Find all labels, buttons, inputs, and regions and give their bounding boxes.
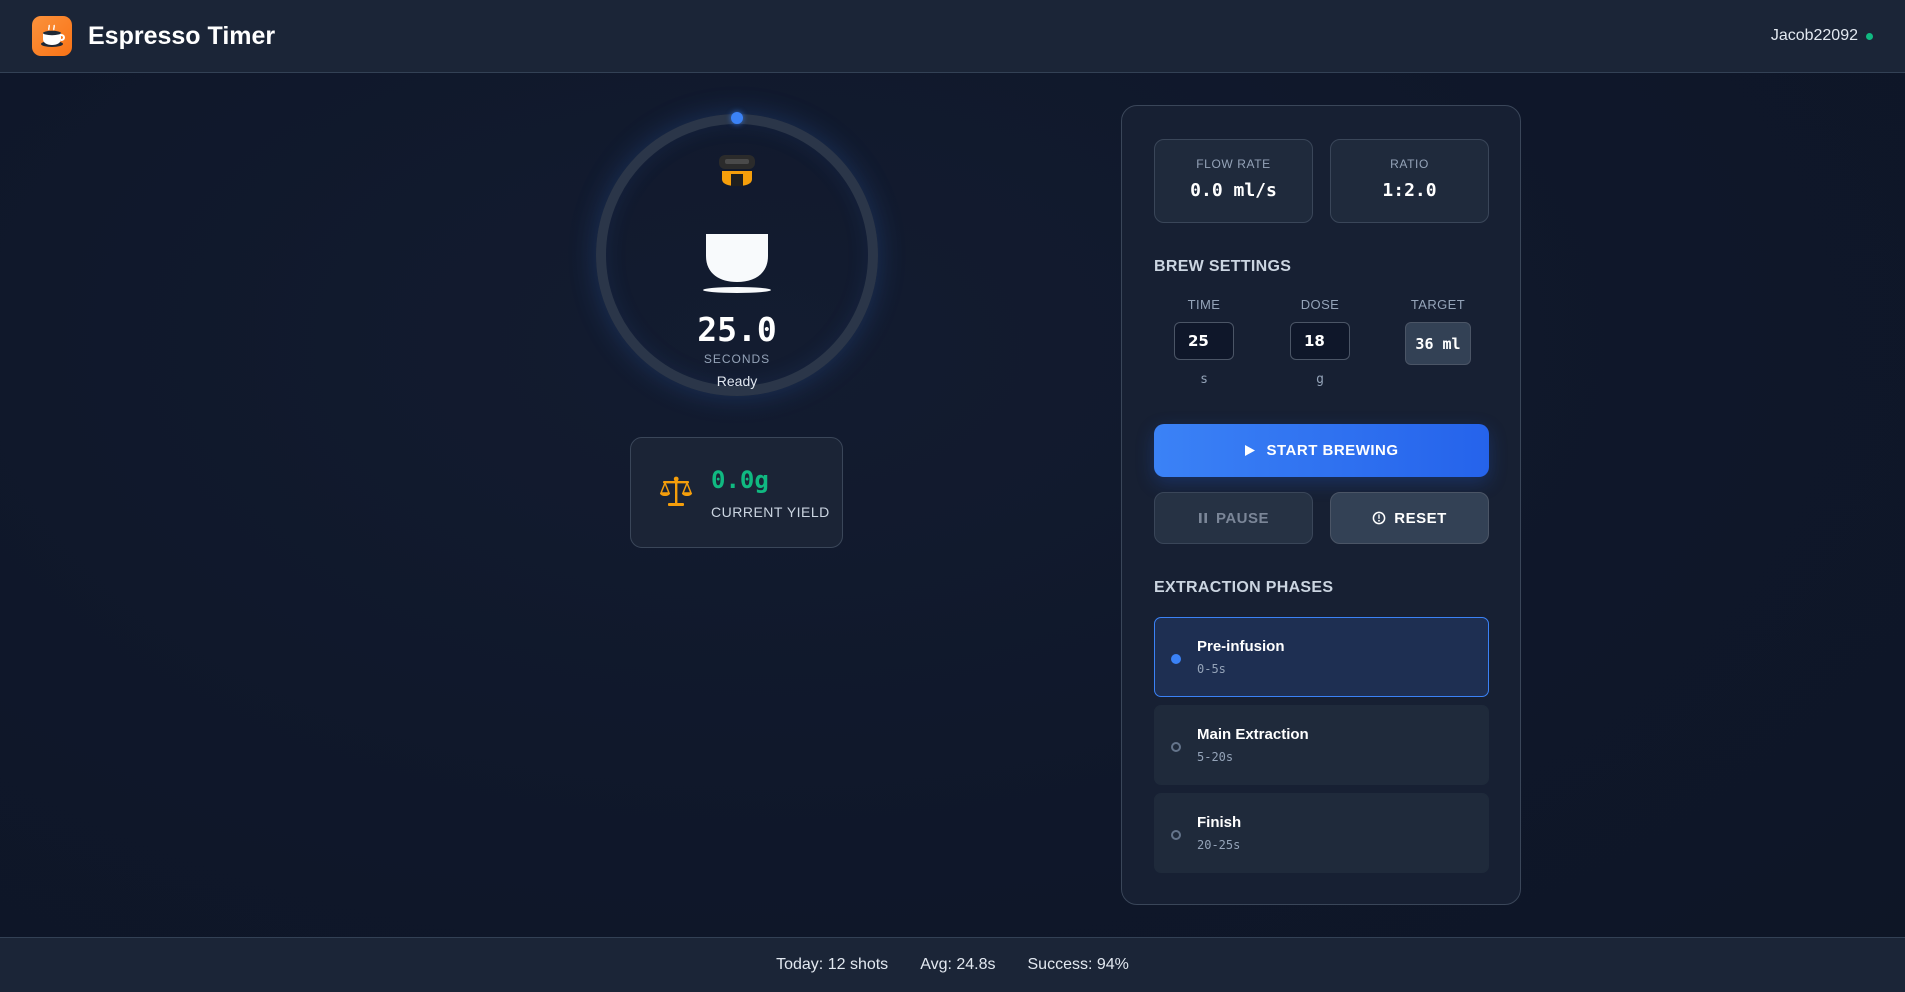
time-label: TIME — [1187, 297, 1221, 312]
average-time: Avg: 24.8s — [920, 956, 996, 973]
phase-range: 20-25s — [1197, 838, 1241, 852]
start-brewing-button[interactable]: START BREWING — [1154, 424, 1489, 477]
play-icon — [1245, 445, 1256, 456]
timer-dial: 25.0 SECONDS Ready — [596, 112, 878, 396]
target-setting: TARGET 36 ml — [1405, 297, 1471, 365]
timer-unit-label: SECONDS — [703, 352, 771, 366]
pause-label: PAUSE — [1215, 509, 1270, 527]
dose-input[interactable] — [1290, 322, 1350, 360]
flow-rate-value: 0.0 ml/s — [1190, 180, 1277, 201]
pause-icon — [1198, 513, 1207, 523]
phase-range: 5-20s — [1197, 750, 1234, 764]
phase-name: Pre-infusion — [1197, 638, 1285, 655]
timer-status: Ready — [716, 373, 758, 389]
user-menu[interactable]: Jacob22092 — [1771, 27, 1873, 45]
target-value: 36 ml — [1405, 322, 1471, 365]
online-status-dot — [1866, 32, 1873, 40]
time-input[interactable] — [1174, 322, 1234, 360]
time-unit: s — [1200, 372, 1208, 387]
username: Jacob22092 — [1770, 27, 1858, 44]
phase-active-indicator — [1171, 654, 1181, 664]
flow-rate-label: FLOW RATE — [1196, 157, 1271, 171]
phase-name: Finish — [1197, 814, 1242, 831]
time-setting: TIME s — [1174, 297, 1234, 387]
portafilter-icon — [719, 155, 755, 186]
ratio-label: RATIO — [1390, 157, 1429, 171]
pause-button[interactable]: PAUSE — [1154, 492, 1313, 544]
start-brewing-label: START BREWING — [1266, 442, 1399, 459]
app-header: Espresso Timer Jacob22092 — [0, 0, 1905, 73]
scale-icon — [659, 476, 693, 506]
phase-indicator — [1171, 742, 1181, 752]
brand: Espresso Timer — [32, 16, 275, 56]
timer-value: 25.0 — [697, 310, 777, 349]
dose-unit: g — [1316, 372, 1324, 387]
flow-rate-stat: FLOW RATE 0.0 ml/s — [1154, 139, 1313, 223]
target-label: TARGET — [1410, 297, 1466, 312]
dose-label: DOSE — [1300, 297, 1340, 312]
yield-value: 0.0g — [711, 466, 769, 494]
phase-pre-infusion[interactable]: Pre-infusion 0-5s — [1154, 617, 1489, 697]
extraction-phases-title: EXTRACTION PHASES — [1154, 579, 1334, 596]
phase-finish[interactable]: Finish 20-25s — [1154, 793, 1489, 873]
yield-label: CURRENT YIELD — [711, 504, 830, 520]
dose-setting: DOSE g — [1290, 297, 1350, 387]
reset-icon — [1372, 511, 1386, 525]
app-title: Espresso Timer — [88, 21, 276, 50]
phase-main-extraction[interactable]: Main Extraction 5-20s — [1154, 705, 1489, 785]
success-rate: Success: 94% — [1027, 956, 1129, 973]
timer-progress-knob — [731, 112, 743, 124]
coffee-cup-icon — [32, 16, 72, 56]
phase-indicator — [1171, 830, 1181, 840]
phase-range: 0-5s — [1197, 662, 1226, 676]
reset-label: RESET — [1394, 509, 1447, 527]
brew-settings-title: BREW SETTINGS — [1154, 258, 1292, 275]
espresso-cup-icon — [703, 234, 771, 293]
current-yield-card: 0.0g CURRENT YIELD — [630, 437, 843, 548]
phase-name: Main Extraction — [1197, 726, 1309, 743]
stats-footer: Today: 12 shots Avg: 24.8s Success: 94% — [0, 937, 1905, 992]
app-root: Espresso Timer Jacob22092 25.0 SECONDS R… — [0, 0, 1905, 992]
ratio-stat: RATIO 1:2.0 — [1330, 139, 1489, 223]
reset-button[interactable]: RESET — [1330, 492, 1489, 544]
today-shots: Today: 12 shots — [776, 956, 889, 973]
ratio-value: 1:2.0 — [1382, 180, 1437, 201]
brew-control-panel: FLOW RATE 0.0 ml/s RATIO 1:2.0 BREW SETT… — [1121, 105, 1521, 905]
